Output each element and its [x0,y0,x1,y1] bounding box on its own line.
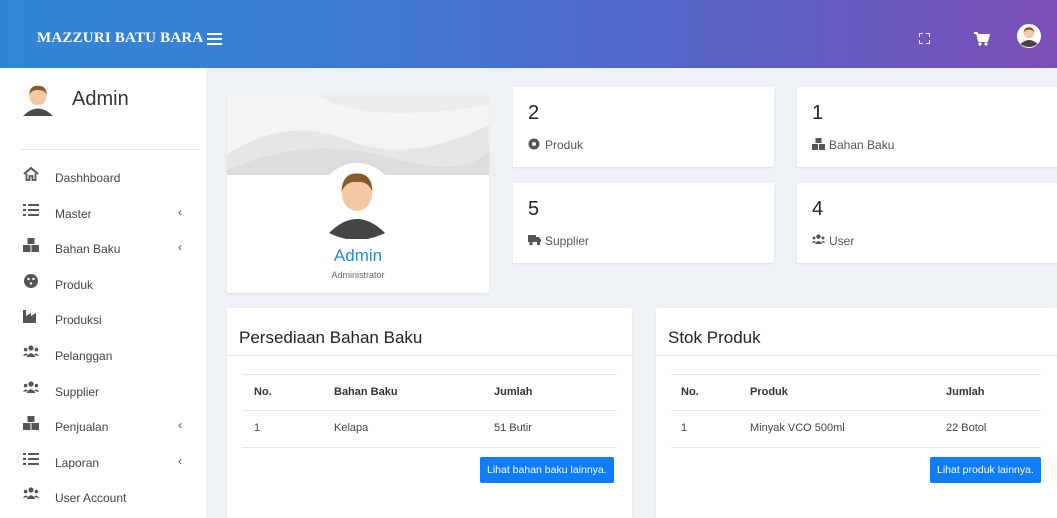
sidebar-item-label: Supplier [55,384,100,399]
list-icon [23,203,39,216]
stat-label: Supplier [545,234,590,248]
table-cell: 1 [681,422,688,434]
boxes-icon [23,238,39,253]
avatar [319,163,395,239]
chevron-left-icon: ‹ [178,418,182,433]
table-cell: Minyak VCO 500ml [750,422,845,434]
stat-card-supplier[interactable]: 5 Supplier [513,183,774,263]
column-header: Bahan Baku [334,386,398,398]
users-icon [23,345,39,357]
sidebar-item-label: Pelanggan [55,348,113,363]
stat-card-bahan-baku[interactable]: 1 Bahan Baku [797,87,1057,167]
sidebar-item-label: Dashhboard [55,171,121,185]
sidebar: Admin Dashhboard Master ‹ Bahan Baku ‹ P… [0,68,206,518]
bahan-baku-table: No. Bahan Baku Jumlah 1 Kelapa 51 Butir [242,374,617,448]
table-header-row: No. Bahan Baku Jumlah [242,374,617,411]
profile-role: Administrator [331,270,385,280]
table-cell: Kelapa [334,422,369,434]
view-produk-button[interactable]: Lihat produk lainnya. [930,457,1041,483]
chevron-left-icon: ‹ [178,240,182,255]
sidebar-item-dashboard[interactable]: Dashhboard [0,164,206,200]
dashboard-app: MAZZURI BATU BARA Admin Dashhboard Maste… [0,0,1057,518]
sidebar-item-label: Produksi [55,313,102,328]
column-header: No. [681,386,699,398]
truck-icon [528,235,541,246]
stok-produk-table: No. Produk Jumlah 1 Minyak VCO 500ml 22 … [671,374,1041,448]
sidebar-item-label: Bahan Baku [55,242,121,257]
table-header-row: No. Produk Jumlah [671,374,1041,411]
sidebar-item-label: Laporan [55,455,100,470]
stat-value: 1 [812,102,824,124]
column-header: Jumlah [494,386,533,398]
sidebar-user-name: Admin [72,88,129,110]
sidebar-item-produk[interactable]: Produk [0,271,206,307]
stok-produk-card: Stok Produk No. Produk Jumlah 1 Minyak V… [656,308,1057,518]
sidebar-user-panel[interactable]: Admin [20,80,200,150]
table-cell: 22 Botol [946,422,987,434]
profile-card: Admin Administrator [227,95,489,293]
card-title: Stok Produk [668,328,761,347]
circle-icon [528,138,540,150]
sidebar-item-supplier[interactable]: Supplier [0,378,206,414]
users-icon [812,234,825,244]
column-header: Jumlah [946,386,985,398]
sidebar-item-label: Master [55,206,92,221]
stat-value: 2 [528,102,540,124]
column-header: No. [254,386,272,398]
stat-value: 4 [812,198,824,220]
stat-card-produk[interactable]: 2 Produk [513,87,774,167]
sidebar-nav: Dashhboard Master ‹ Bahan Baku ‹ Produk … [0,164,206,518]
table-row: 1 Minyak VCO 500ml 22 Botol [671,411,1041,448]
avatar [23,85,53,116]
list-icon [23,452,39,465]
users-icon [23,487,39,500]
brand-logo[interactable]: MAZZURI BATU BARA [37,30,203,47]
boxes-icon [23,416,39,431]
top-navbar: MAZZURI BATU BARA [0,0,1057,68]
stat-value: 5 [528,198,540,220]
table-cell: 51 Butir [494,422,532,434]
industry-icon [23,310,36,324]
column-header: Produk [750,386,788,398]
sidebar-item-master[interactable]: Master ‹ [0,200,206,236]
sidebar-item-label: Produk [55,277,94,292]
chevron-left-icon: ‹ [178,204,182,219]
divider [656,355,1057,356]
stat-label: User [829,234,855,248]
chevron-left-icon: ‹ [178,453,182,468]
product-icon [24,273,38,288]
bahan-baku-card: Persediaan Bahan Baku No. Bahan Baku Jum… [227,308,632,518]
card-title: Persediaan Bahan Baku [239,328,423,347]
table-row: 1 Kelapa 51 Butir [242,411,617,448]
sidebar-item-user-account[interactable]: User Account [0,484,206,518]
cart-icon[interactable] [974,32,990,46]
menu-icon[interactable] [207,33,222,45]
view-bahan-baku-button[interactable]: Lihat bahan baku lainnya. [480,457,614,483]
sidebar-item-laporan[interactable]: Laporan ‹ [0,449,206,485]
users-icon [23,380,39,393]
sidebar-item-penjualan[interactable]: Penjualan ‹ [0,413,206,449]
fullscreen-icon[interactable] [919,33,930,44]
user-avatar-icon[interactable] [1017,24,1041,48]
stat-label: Produk [545,138,584,152]
boxes-icon [812,138,825,150]
sidebar-item-pelanggan[interactable]: Pelanggan [0,342,206,378]
stat-card-user[interactable]: 4 User [797,183,1057,263]
home-icon [23,167,39,181]
table-cell: 1 [254,422,261,434]
profile-name: Admin [333,246,383,265]
stat-label: Bahan Baku [829,138,895,152]
divider [227,355,632,356]
sidebar-item-label: Penjualan [55,420,109,435]
sidebar-item-label: User Account [55,491,127,506]
sidebar-item-bahan-baku[interactable]: Bahan Baku ‹ [0,235,206,271]
sidebar-item-produksi[interactable]: Produksi [0,306,206,342]
